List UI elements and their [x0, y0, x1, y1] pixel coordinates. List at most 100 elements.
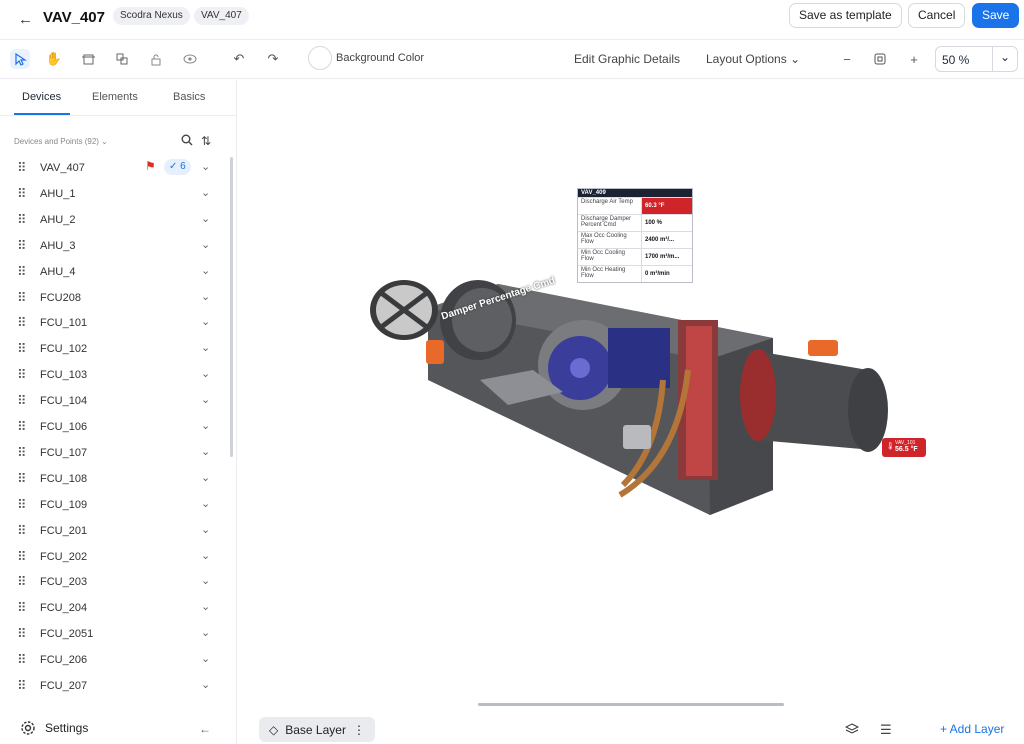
- sort-icon[interactable]: ⇅: [201, 134, 211, 148]
- list-item[interactable]: ⠿ AHU_4 ⌄: [0, 260, 230, 286]
- base-layer-pill[interactable]: ◇ Base Layer ⋮: [259, 717, 375, 742]
- chevron-down-icon[interactable]: ⌄: [201, 393, 210, 406]
- drag-handle-icon[interactable]: ⠿: [17, 626, 26, 642]
- list-item[interactable]: ⠿ FCU_207 ⌄: [0, 674, 230, 696]
- drag-handle-icon[interactable]: ⠿: [17, 160, 26, 176]
- vav-unit-graphic[interactable]: [358, 260, 888, 515]
- list-item[interactable]: ⠿ FCU_109 ⌄: [0, 493, 230, 519]
- drag-handle-icon[interactable]: ⠿: [17, 497, 26, 513]
- settings-button[interactable]: Settings: [20, 720, 88, 736]
- drag-handle-icon[interactable]: ⠿: [17, 549, 26, 565]
- list-item[interactable]: ⠿ FCU_102 ⌄: [0, 337, 230, 363]
- drag-handle-icon[interactable]: ⠿: [17, 471, 26, 487]
- select-tool-icon[interactable]: [10, 49, 30, 69]
- chevron-down-icon[interactable]: ⌄: [201, 341, 210, 354]
- save-button[interactable]: Save: [972, 3, 1020, 28]
- chevron-down-icon[interactable]: ⌄: [201, 315, 210, 328]
- temperature-badge[interactable]: 🌡 VAV_101 56.5 °F: [882, 438, 926, 457]
- list-item[interactable]: ⠿ FCU_103 ⌄: [0, 363, 230, 389]
- list-item[interactable]: ⠿ AHU_2 ⌄: [0, 208, 230, 234]
- list-item[interactable]: ⠿ FCU_201 ⌄: [0, 519, 230, 545]
- background-color-swatch[interactable]: [308, 46, 332, 70]
- more-options-icon[interactable]: ⋮: [353, 723, 365, 737]
- drag-handle-icon[interactable]: ⠿: [17, 445, 26, 461]
- list-item[interactable]: ⠿ FCU208 ⌄: [0, 286, 230, 312]
- chevron-down-icon[interactable]: ⌄: [201, 264, 210, 277]
- layers-stack-icon[interactable]: [844, 722, 860, 739]
- list-item[interactable]: ⠿ VAV_407 ⚑ ✓ 6 ⌄: [0, 156, 230, 182]
- chevron-down-icon[interactable]: ⌄: [201, 367, 210, 380]
- save-as-template-button[interactable]: Save as template: [789, 3, 902, 28]
- cancel-button[interactable]: Cancel: [908, 3, 966, 28]
- collapse-sidebar-icon[interactable]: ←: [199, 722, 211, 736]
- chevron-down-icon[interactable]: ⌄: [201, 626, 210, 639]
- add-layer-button[interactable]: + Add Layer: [940, 722, 1004, 736]
- chevron-down-icon[interactable]: ⌄: [201, 186, 210, 199]
- fit-to-screen-icon[interactable]: [870, 49, 890, 69]
- drag-handle-icon[interactable]: ⠿: [17, 264, 26, 280]
- chevron-down-icon[interactable]: ⌄: [201, 574, 210, 587]
- sidebar-scrollbar[interactable]: [230, 157, 233, 457]
- visibility-eye-icon[interactable]: [180, 49, 200, 69]
- drag-handle-icon[interactable]: ⠿: [17, 212, 26, 228]
- list-item[interactable]: ⠿ FCU_206 ⌄: [0, 648, 230, 674]
- devices-points-filter[interactable]: Devices and Points (92) ⌄: [14, 137, 108, 146]
- zoom-select[interactable]: 50 % ⌄: [935, 46, 1018, 72]
- zoom-chevron-down-icon[interactable]: ⌄: [1000, 50, 1010, 64]
- list-view-icon[interactable]: ☰: [880, 722, 892, 738]
- chevron-down-icon[interactable]: ⌄: [201, 445, 210, 458]
- edit-graphic-details-button[interactable]: Edit Graphic Details: [574, 52, 680, 66]
- chevron-down-icon[interactable]: ⌄: [201, 471, 210, 484]
- drag-handle-icon[interactable]: ⠿: [17, 393, 26, 409]
- list-item[interactable]: ⠿ FCU_204 ⌄: [0, 596, 230, 622]
- drag-handle-icon[interactable]: ⠿: [17, 523, 26, 539]
- zoom-out-icon[interactable]: −: [837, 49, 857, 69]
- list-item[interactable]: ⠿ AHU_3 ⌄: [0, 234, 230, 260]
- drag-handle-icon[interactable]: ⠿: [17, 367, 26, 383]
- list-item[interactable]: ⠿ FCU_2051 ⌄: [0, 622, 230, 648]
- chevron-down-icon[interactable]: ⌄: [201, 290, 210, 303]
- chevron-down-icon[interactable]: ⌄: [201, 523, 210, 536]
- list-item[interactable]: ⠿ FCU_107 ⌄: [0, 441, 230, 467]
- tab-elements[interactable]: Elements: [92, 91, 138, 103]
- graphic-canvas[interactable]: Damper Percentage Cmd VAV_409 Discharge …: [238, 80, 1024, 706]
- drag-handle-icon[interactable]: ⠿: [17, 341, 26, 357]
- drag-handle-icon[interactable]: ⠿: [17, 678, 26, 694]
- drag-handle-icon[interactable]: ⠿: [17, 315, 26, 331]
- redo-icon[interactable]: ↷: [263, 49, 283, 69]
- list-item[interactable]: ⠿ FCU_101 ⌄: [0, 311, 230, 337]
- drag-handle-icon[interactable]: ⠿: [17, 186, 26, 202]
- drag-handle-icon[interactable]: ⠿: [17, 238, 26, 254]
- drag-handle-icon[interactable]: ⠿: [17, 290, 26, 306]
- layout-options-dropdown[interactable]: Layout Options ⌄: [706, 52, 800, 66]
- lock-icon[interactable]: [146, 49, 166, 69]
- chevron-down-icon[interactable]: ⌄: [201, 419, 210, 432]
- list-item[interactable]: ⠿ AHU_1 ⌄: [0, 182, 230, 208]
- chevron-down-icon[interactable]: ⌄: [201, 497, 210, 510]
- chevron-down-icon[interactable]: ⌄: [201, 238, 210, 251]
- drag-handle-icon[interactable]: ⠿: [17, 600, 26, 616]
- chevron-down-icon[interactable]: ⌄: [201, 652, 210, 665]
- back-arrow-icon[interactable]: ←: [18, 11, 33, 28]
- list-item[interactable]: ⠿ FCU_104 ⌄: [0, 389, 230, 415]
- list-item[interactable]: ⠿ FCU_202 ⌄: [0, 545, 230, 571]
- list-item[interactable]: ⠿ FCU_108 ⌄: [0, 467, 230, 493]
- search-icon[interactable]: [181, 134, 193, 149]
- pan-tool-icon[interactable]: ✋: [44, 49, 64, 69]
- drag-handle-icon[interactable]: ⠿: [17, 419, 26, 435]
- list-item[interactable]: ⠿ FCU_106 ⌄: [0, 415, 230, 441]
- chevron-down-icon[interactable]: ⌄: [201, 160, 210, 173]
- frame-tool-icon[interactable]: [78, 49, 98, 69]
- point-data-table[interactable]: VAV_409 Discharge Air Temp 60.3 °F Dischar…: [577, 188, 693, 283]
- background-color-control[interactable]: Background Color: [308, 46, 424, 70]
- chevron-down-icon[interactable]: ⌄: [201, 600, 210, 613]
- chevron-down-icon[interactable]: ⌄: [201, 212, 210, 225]
- list-item[interactable]: ⠿ FCU_203 ⌄: [0, 570, 230, 596]
- group-tool-icon[interactable]: [112, 49, 132, 69]
- drag-handle-icon[interactable]: ⠿: [17, 652, 26, 668]
- tab-basics[interactable]: Basics: [173, 91, 205, 103]
- chevron-down-icon[interactable]: ⌄: [201, 549, 210, 562]
- zoom-in-icon[interactable]: +: [904, 49, 924, 69]
- chevron-down-icon[interactable]: ⌄: [201, 678, 210, 691]
- drag-handle-icon[interactable]: ⠿: [17, 574, 26, 590]
